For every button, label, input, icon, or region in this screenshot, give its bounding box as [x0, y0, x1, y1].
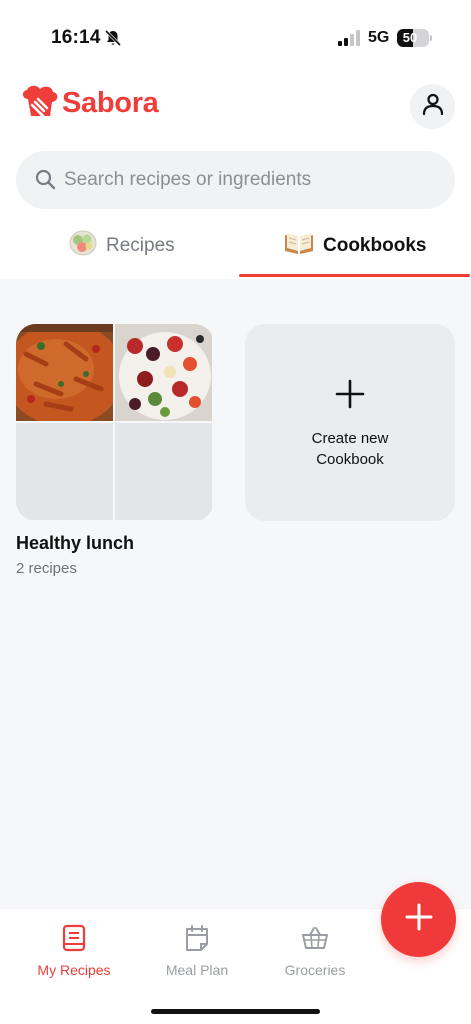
battery-percentage: 50: [402, 30, 418, 45]
add-recipe-button[interactable]: [381, 882, 456, 957]
basket-icon: [301, 923, 329, 953]
create-cookbook-label: Create new Cookbook: [311, 429, 389, 468]
nav-meal-plan[interactable]: Meal Plan: [137, 923, 257, 978]
cellular-signal-icon: [338, 30, 362, 51]
cookbook-recipe-count: 2 recipes: [16, 560, 77, 577]
search-input[interactable]: [64, 151, 434, 209]
collage-empty-slot: [16, 423, 113, 520]
network-type: 5G: [368, 29, 390, 46]
nav-my-recipes[interactable]: My Recipes: [14, 923, 134, 978]
battery-icon: 50: [397, 29, 429, 47]
search-icon: [35, 169, 56, 195]
status-bar: 16:14 5G 50: [0, 0, 471, 70]
collage-empty-slot: [115, 423, 212, 520]
cookbook-title: Healthy lunch: [16, 533, 135, 553]
nav-meal-plan-label: Meal Plan: [165, 962, 229, 978]
salad-bowl-icon: [68, 229, 98, 263]
open-book-icon: [283, 230, 315, 262]
nav-groceries-label: Groceries: [284, 962, 346, 978]
book-icon: [62, 923, 86, 953]
status-time: 16:14: [51, 27, 101, 48]
user-icon: [421, 92, 445, 121]
home-indicator[interactable]: [151, 1009, 320, 1014]
profile-button[interactable]: [410, 84, 455, 129]
plus-icon: [404, 902, 434, 937]
tab-cookbooks-label: Cookbooks: [323, 235, 427, 256]
tab-recipes[interactable]: Recipes: [68, 218, 175, 274]
tab-cookbooks[interactable]: Cookbooks: [283, 218, 426, 274]
cookbook-collage: [16, 324, 214, 521]
nav-groceries[interactable]: Groceries: [255, 923, 375, 978]
calendar-icon: [184, 923, 210, 953]
chef-hat-whisk-icon: [19, 85, 61, 130]
cookbook-card[interactable]: Healthy lunch 2 recipes: [16, 324, 214, 577]
tab-recipes-label: Recipes: [106, 235, 175, 256]
battery-nub: [430, 35, 432, 41]
brand-name: Sabora: [62, 87, 159, 119]
search-bar[interactable]: [16, 151, 455, 209]
active-tab-indicator: [239, 274, 470, 277]
create-cookbook-button[interactable]: Create new Cookbook: [245, 324, 455, 521]
tab-bar: Recipes Cookbooks: [0, 218, 471, 280]
recipe-thumbnail-salad: [115, 324, 212, 421]
recipe-thumbnail-curry: [16, 324, 113, 421]
cookbooks-grid: Healthy lunch 2 recipes Create new Cookb…: [0, 279, 471, 909]
plus-icon: [335, 376, 365, 416]
nav-my-recipes-label: My Recipes: [37, 962, 111, 978]
bell-slash-icon: [104, 29, 122, 52]
